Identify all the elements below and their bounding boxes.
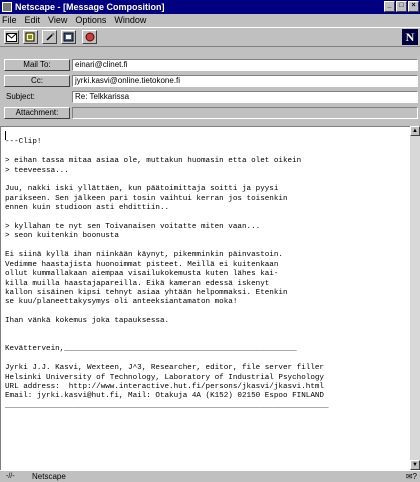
mail-indicator-icon[interactable]: ✉? [406,472,417,481]
netscape-logo: N [402,29,418,45]
body-line [5,355,408,364]
attach-icon [45,32,54,41]
body-line: > eihan tassa mitaa asiaa ole, muttakun … [5,157,302,166]
quote-icon [25,32,35,42]
body-line: Ihan vänkä kokemus joka tapauksessa. [5,317,170,326]
body-line [5,214,408,223]
address-book-button[interactable] [61,30,76,44]
attach-button[interactable] [42,30,57,44]
body-line: Email: jyrki.kasvi@hut.fi, Mail: Otakuja… [5,392,324,401]
send-icon [6,32,17,42]
body-line: > seon kuitenkin boonusta [5,232,119,241]
subject-row: Subject: Re: Telkkarissa [0,91,420,104]
body-line: se kuu/planeettakysymys oli anteeksianta… [5,298,238,307]
address-book-icon [63,32,74,42]
body-line: URL address: http://www.interactive.hut.… [5,382,324,391]
body-line: > kyllahan te nyt sen Toivanaisen voitat… [5,223,261,232]
cc-row: Cc: jyrki.kasvi@online.tietokone.fi [0,75,420,88]
toolbar: N [0,27,420,47]
body-line: ________________________________________… [5,401,329,410]
subject-input[interactable]: Re: Telkkarissa [72,91,418,103]
attachment-row: Attachment: [0,107,420,120]
mail-to-row: Mail To: einari@clinet.fi [0,59,420,72]
body-line [5,242,408,251]
body-line: Juu, nakki iski yllättäen, kun päätoimit… [5,185,279,194]
message-body-text[interactable]: ---Clip! > eihan tassa mitaa asiaa ole, … [5,129,408,411]
body-line: killa muilla haastajapareilla. Eikä kame… [5,279,270,288]
title-bar: Netscape - [Message Composition] _ □ × [0,0,420,14]
mail-to-button[interactable]: Mail To: [4,59,70,71]
body-line [5,129,408,138]
mail-to-input[interactable]: einari@clinet.fi [72,59,418,71]
status-text: Netscape [32,472,66,481]
menu-view[interactable]: View [48,15,67,25]
body-line [5,308,408,317]
send-button[interactable] [4,30,19,44]
cc-button[interactable]: Cc: [4,75,70,87]
scroll-up-arrow-icon[interactable]: ▲ [410,126,420,136]
close-button[interactable]: × [408,1,419,12]
body-line: Ei siinä kyllä ihan niinkään käynyt, pik… [5,251,283,260]
cc-input[interactable]: jyrki.kasvi@online.tietokone.fi [72,75,418,87]
menu-file[interactable]: File [2,15,17,25]
body-line: ---Clip! [5,138,42,147]
maximize-button[interactable]: □ [396,1,407,12]
message-body[interactable]: ---Clip! > eihan tassa mitaa asiaa ole, … [0,126,410,470]
minimize-button[interactable]: _ [384,1,395,12]
attachment-button[interactable]: Attachment: [4,107,70,119]
window-title: Netscape - [Message Composition] [15,2,165,12]
body-line [5,336,408,345]
netscape-app-icon[interactable] [2,2,12,12]
netscape-compose-window: Netscape - [Message Composition] _ □ × F… [0,0,420,482]
menu-window[interactable]: Window [114,15,146,25]
menu-options[interactable]: Options [75,15,106,25]
status-bar: -//- Netscape ✉? [0,470,420,482]
security-key-icon: -//- [6,473,15,480]
menu-edit[interactable]: Edit [25,15,41,25]
vertical-scrollbar[interactable]: ▲ ▼ [410,126,420,470]
body-line [5,327,408,336]
body-line: Kevättervein,___________________________… [5,345,297,354]
body-line: Jyrki J.J. Kasvi, Wexteen, J^3, Research… [5,364,324,373]
body-line: parikseen. Sen jälkeen pari tosin vaihtu… [5,194,288,203]
body-line: ennen kuin studioon asti ehdittiin.. [5,204,170,213]
menu-bar: File Edit View Options Window [0,14,420,26]
body-line: Vedimme haastajista huonoimmat pisteet. … [5,260,279,269]
attachment-input[interactable] [72,107,418,119]
body-line: ollut kummallakaan aiempaa visailukokemu… [5,270,279,279]
quote-button[interactable] [23,30,38,44]
body-line [5,148,408,157]
subject-label: Subject: [6,92,35,101]
body-line: kallon sisäinen kipsi tehnyt asiaa yhtää… [5,288,288,297]
scroll-down-arrow-icon[interactable]: ▼ [410,460,420,470]
body-line: > teeveessa... [5,166,69,175]
stop-button[interactable] [82,30,97,44]
body-line [5,176,408,185]
stop-icon [85,32,94,42]
body-line: Helsinki University of Technology, Labor… [5,373,324,382]
